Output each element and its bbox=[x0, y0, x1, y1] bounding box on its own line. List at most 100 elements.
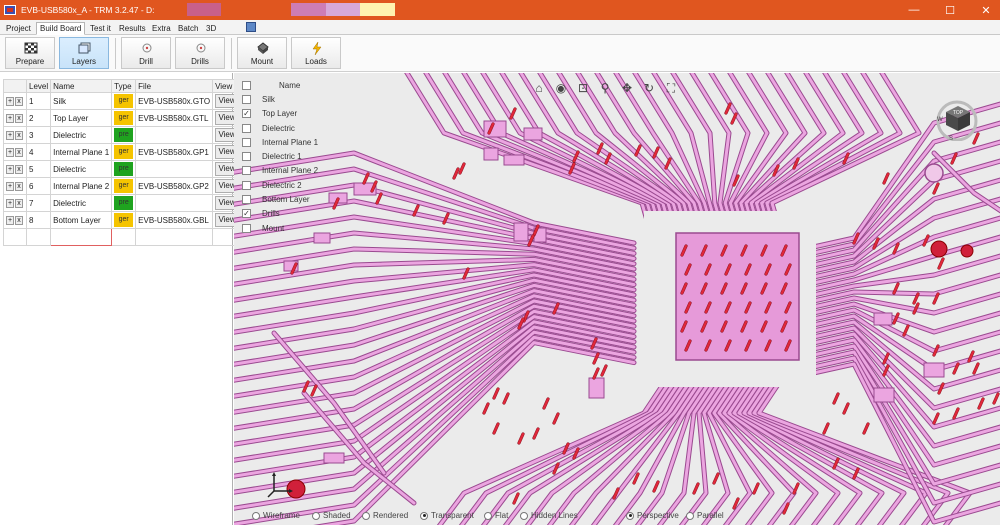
add-row-button[interactable]: + bbox=[6, 97, 14, 106]
remove-row-button[interactable]: x bbox=[15, 148, 23, 157]
select-all-checkbox[interactable] bbox=[242, 80, 251, 90]
table-row[interactable]: + x 3 Dielectric pre View bbox=[3, 126, 243, 144]
row-type[interactable]: pre bbox=[111, 160, 137, 178]
add-row-button[interactable]: + bbox=[6, 131, 14, 140]
projection-radio[interactable]: Parallel bbox=[686, 511, 724, 520]
tab-test-it[interactable]: Test it bbox=[86, 22, 115, 35]
layer-visibility-checkbox[interactable] bbox=[242, 223, 251, 233]
add-row-button[interactable]: + bbox=[6, 148, 14, 157]
row-type[interactable]: pre bbox=[111, 126, 137, 144]
layer-visibility-checkbox[interactable] bbox=[242, 152, 251, 162]
window-tool-icon[interactable] bbox=[246, 22, 256, 32]
layer-visibility-checkbox[interactable] bbox=[242, 137, 251, 147]
viewer-layer-item[interactable]: ✓ Drills bbox=[242, 207, 318, 221]
layer-visibility-checkbox[interactable]: ✓ bbox=[242, 109, 251, 119]
close-button[interactable]: ✕ bbox=[978, 2, 994, 18]
render-mode-radio[interactable]: Shaded bbox=[312, 511, 351, 520]
radio-dot[interactable] bbox=[520, 511, 528, 520]
remove-row-button[interactable]: x bbox=[15, 199, 23, 208]
remove-row-button[interactable]: x bbox=[15, 165, 23, 174]
table-row[interactable]: + x 6 Internal Plane 2 ger EVB-USB580x.GP2 Vie… bbox=[3, 177, 243, 195]
table-row[interactable]: + x 4 Internal Plane 1 ger EVB-USB580x.GP1 Vie… bbox=[3, 143, 243, 161]
render-mode-radio[interactable]: Transparent bbox=[420, 511, 474, 520]
row-file[interactable] bbox=[135, 160, 214, 178]
remove-row-button[interactable]: x bbox=[15, 216, 23, 225]
row-type[interactable]: ger bbox=[111, 177, 137, 195]
row-file[interactable]: EVB-USB580x.GP1 bbox=[135, 143, 214, 161]
table-row[interactable]: + x 7 Dielectric pre View bbox=[3, 194, 243, 212]
layer-visibility-checkbox[interactable] bbox=[242, 94, 251, 104]
row-name[interactable]: Bottom Layer bbox=[50, 211, 113, 229]
radio-dot[interactable] bbox=[312, 511, 320, 520]
view-cube[interactable]: TOP W S bbox=[934, 95, 980, 141]
viewer-layer-item[interactable]: Dielectric 2 bbox=[242, 178, 318, 192]
fit-view-icon[interactable]: ⛶ bbox=[664, 81, 678, 95]
viewer-layer-item[interactable]: Silk bbox=[242, 92, 318, 106]
tab-extra[interactable]: Extra bbox=[148, 22, 175, 35]
layer-visibility-checkbox[interactable]: ✓ bbox=[242, 209, 251, 219]
row-name[interactable]: Dielectric bbox=[50, 126, 113, 144]
row-type[interactable]: ger bbox=[111, 109, 137, 127]
row-file[interactable] bbox=[135, 194, 214, 212]
radio-dot[interactable] bbox=[686, 511, 694, 520]
radio-dot[interactable] bbox=[484, 511, 492, 520]
row-type[interactable]: pre bbox=[111, 194, 137, 212]
add-row-button[interactable]: + bbox=[6, 199, 14, 208]
layer-visibility-checkbox[interactable] bbox=[242, 123, 251, 133]
drills-button[interactable]: Drills bbox=[175, 37, 225, 69]
row-name[interactable]: Internal Plane 1 bbox=[50, 143, 113, 161]
remove-row-button[interactable]: x bbox=[15, 114, 23, 123]
new-row[interactable] bbox=[3, 228, 243, 246]
pan-icon[interactable]: ✥ bbox=[620, 81, 634, 95]
row-name[interactable]: Silk bbox=[50, 92, 113, 110]
table-row[interactable]: + x 8 Bottom Layer ger EVB-USB580x.GBL View bbox=[3, 211, 243, 229]
layer-visibility-checkbox[interactable] bbox=[242, 180, 251, 190]
col-name[interactable]: Name bbox=[50, 79, 113, 93]
render-mode-radio[interactable]: Rendered bbox=[362, 511, 408, 520]
render-mode-radio[interactable]: Flat bbox=[484, 511, 508, 520]
render-mode-radio[interactable]: Hidden Lines bbox=[520, 511, 578, 520]
layers-button[interactable]: Layers bbox=[59, 37, 109, 69]
zoom-icon[interactable]: ⚲ bbox=[598, 81, 612, 95]
maximize-button[interactable]: ☐ bbox=[942, 2, 958, 18]
pcb-render[interactable] bbox=[234, 73, 1000, 525]
viewer-layer-item[interactable]: Bottom Layer bbox=[242, 192, 318, 206]
table-row[interactable]: + x 2 Top Layer ger EVB-USB580x.GTL View bbox=[3, 109, 243, 127]
remove-row-button[interactable]: x bbox=[15, 131, 23, 140]
row-file[interactable]: EVB-USB580x.GBL bbox=[135, 211, 214, 229]
layer-visibility-checkbox[interactable] bbox=[242, 195, 251, 205]
new-name-input[interactable] bbox=[50, 228, 113, 246]
add-row-button[interactable]: + bbox=[6, 114, 14, 123]
radio-dot[interactable] bbox=[626, 511, 634, 520]
table-row[interactable]: + x 5 Dielectric pre View bbox=[3, 160, 243, 178]
col-file[interactable]: File bbox=[135, 79, 214, 93]
viewer-layer-item[interactable]: Dielectric 1 bbox=[242, 149, 318, 163]
radio-dot[interactable] bbox=[252, 511, 260, 520]
prepare-button[interactable]: Prepare bbox=[5, 37, 55, 69]
add-row-button[interactable]: + bbox=[6, 182, 14, 191]
drill-button[interactable]: Drill bbox=[121, 37, 171, 69]
mount-button[interactable]: Mount bbox=[237, 37, 287, 69]
col-type[interactable]: Type bbox=[111, 79, 137, 93]
tab-project[interactable]: Project bbox=[2, 22, 35, 35]
add-row-button[interactable]: + bbox=[6, 165, 14, 174]
row-name[interactable]: Dielectric bbox=[50, 160, 113, 178]
zoom-box-icon[interactable]: ⊡ bbox=[576, 81, 590, 95]
tab-3d[interactable]: 3D bbox=[202, 22, 220, 35]
tab-batch[interactable]: Batch bbox=[174, 22, 202, 35]
viewer-layer-item[interactable]: Internal Plane 1 bbox=[242, 135, 318, 149]
board-3d-viewer[interactable]: Name Silk ✓ Top Layer Dielectric Internal Pl… bbox=[234, 73, 1000, 525]
viewer-layer-item[interactable]: Dielectric bbox=[242, 121, 318, 135]
add-row-button[interactable]: + bbox=[6, 216, 14, 225]
row-type[interactable]: ger bbox=[111, 211, 137, 229]
radio-dot[interactable] bbox=[420, 511, 428, 520]
row-file[interactable] bbox=[135, 126, 214, 144]
render-mode-radio[interactable]: Wireframe bbox=[252, 511, 300, 520]
home-icon[interactable]: ⌂ bbox=[532, 81, 546, 95]
row-file[interactable]: EVB-USB580x.GTL bbox=[135, 109, 214, 127]
rotate-icon[interactable]: ↻ bbox=[642, 81, 656, 95]
row-name[interactable]: Internal Plane 2 bbox=[50, 177, 113, 195]
remove-row-button[interactable]: x bbox=[15, 182, 23, 191]
row-file[interactable]: EVB-USB580x.GTO bbox=[135, 92, 214, 110]
viewer-layer-item[interactable]: Internal Plane 2 bbox=[242, 164, 318, 178]
